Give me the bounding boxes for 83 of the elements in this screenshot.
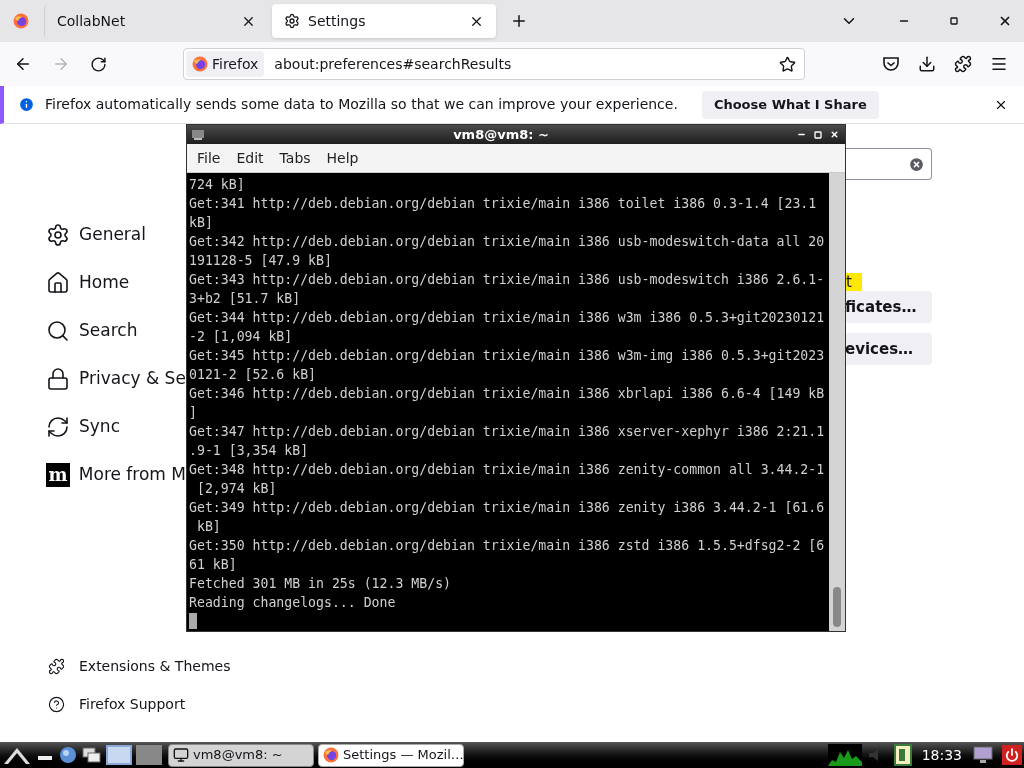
cpu-graph-icon [827, 744, 862, 766]
settings-nav-item[interactable]: Search [46, 307, 186, 355]
terminal-line: [2,974 kB] [195, 480, 277, 498]
menu-item[interactable]: Tabs [273, 147, 317, 169]
help-icon [48, 695, 65, 713]
terminal-line: ] [189, 404, 197, 422]
scrollbar-thumb[interactable] [833, 587, 841, 627]
terminal-line: Get:349 http://deb.debian.org/debian trixie/main i386 zenity i386 3.44.2-1 [61.6 [189, 499, 825, 517]
clock[interactable]: 18:33 [915, 744, 968, 766]
choose-share-button[interactable]: Choose What I Share [701, 90, 879, 119]
terminal-line: 191128-5 [47.9 kB] [189, 252, 332, 270]
tab-title: Settings [308, 11, 367, 31]
settings-button[interactable]: evices… [845, 333, 932, 365]
puzzle-icon [48, 657, 65, 675]
terminal-line: .9-1 [3,354 kB] [189, 442, 309, 460]
terminal-line: Get:347 http://deb.debian.org/debian trixie/main i386 xserver-xephyr i386 2:21.1 [189, 423, 825, 441]
sync-icon [46, 415, 70, 439]
firefox-logo-icon [323, 747, 339, 763]
terminal-line: Get:342 http://deb.debian.org/debian trixie/main i386 usb-modeswitch-data all 20 [189, 233, 825, 251]
firefox-logo-icon [192, 56, 208, 72]
settings-nav-item[interactable]: Sync [46, 403, 186, 451]
globe-icon[interactable] [58, 745, 78, 765]
browser-tab[interactable]: CollabNet [44, 4, 268, 38]
logo-icon: m [46, 463, 70, 487]
terminal-line: Get:344 http://deb.debian.org/debian trixie/main i386 w3m i386 0.5.3+git20230121 [189, 309, 825, 327]
terminal-line: 61 kB] [189, 556, 237, 574]
menu-item[interactable]: Help [320, 147, 365, 169]
terminal-line: 0121-2 [52.6 kB] [189, 366, 317, 384]
settings-nav-item[interactable]: Home [46, 259, 186, 307]
text-cursor [189, 613, 197, 629]
search-icon [46, 319, 70, 343]
settings-button[interactable]: ficates… [845, 291, 932, 323]
terminal-line: kB] [195, 518, 221, 536]
power-icon[interactable] [1002, 745, 1022, 765]
terminal-line: 3+b2 [51.7 kB] [189, 290, 301, 308]
terminal-line: Get:345 http://deb.debian.org/debian trixie/main i386 w3m-img i386 0.5.3+git2023 [189, 347, 825, 365]
info-icon [18, 96, 35, 113]
close-icon[interactable] [830, 130, 839, 139]
window-title: vm8@vm8: ~ [452, 125, 550, 144]
notification-text: Firefox automatically sends some data to Mozilla so that we can improve your experience. [45, 95, 678, 114]
terminal-line: kB] [189, 214, 213, 232]
extensions-icon[interactable] [954, 55, 972, 73]
menu-icon[interactable] [990, 55, 1008, 73]
url-text: about:preferences#searchResults [274, 54, 513, 74]
terminal-icon [173, 747, 189, 763]
terminal-line: Get:341 http://deb.debian.org/debian trixie/main i386 toilet i386 0.3-1.4 [23.1 [189, 195, 817, 213]
identity-chip[interactable]: Firefox [186, 51, 265, 77]
menu-item[interactable]: Edit [230, 147, 270, 169]
settings-nav-item[interactable]: General [46, 211, 186, 259]
pocket-icon[interactable] [882, 55, 900, 73]
gear-icon [46, 223, 70, 247]
settings-nav-item[interactable]: m More from M [46, 451, 186, 499]
terminal-line: -2 [1,094 kB] [189, 328, 293, 346]
clear-search-icon[interactable] [908, 155, 925, 173]
terminal-line: Fetched 301 MB in 25s (12.3 MB/s) [189, 575, 451, 593]
settings-footer-link[interactable]: Extensions & Themes [46, 647, 845, 685]
tab-title: CollabNet [57, 11, 127, 31]
settings-nav-item[interactable]: Privacy & Se [46, 355, 186, 403]
lock-icon [46, 367, 70, 391]
close-icon[interactable] [998, 14, 1012, 28]
address-bar[interactable]: Firefox about:preferences#searchResults [183, 48, 805, 80]
reload-icon[interactable] [90, 55, 107, 73]
back-icon[interactable] [14, 55, 32, 73]
bookmark-star-icon[interactable] [779, 55, 796, 73]
firefox-logo-icon [13, 13, 29, 29]
home-icon [46, 271, 70, 295]
download-icon[interactable] [918, 55, 936, 73]
menu-item[interactable]: File [191, 147, 227, 169]
settings-footer-link[interactable]: Firefox Support [46, 685, 845, 723]
terminal-line: Get:346 http://deb.debian.org/debian trixie/main i386 xbrlapi i386 6.6-4 [149 kB [189, 385, 825, 403]
browser-tab[interactable]: Settings [272, 4, 496, 38]
terminal-line: Get:350 http://deb.debian.org/debian trixie/main i386 zstd i386 1.5.5+dfsg2-2 [6 [189, 537, 825, 555]
terminal-line: Reading changelogs... Done [189, 594, 396, 612]
terminal-line: Get:348 http://deb.debian.org/debian trixie/main i386 zenity-common all 3.44.2-1 [189, 461, 825, 479]
terminal-line: 724 kB] [189, 176, 245, 194]
windows-icon[interactable] [82, 746, 102, 764]
terminal-line: Get:343 http://deb.debian.org/debian trixie/main i386 usb-modeswitch i386 2.6.1- [189, 271, 825, 289]
taskbar-window-button[interactable]: Settings — Mozil… [318, 743, 464, 767]
new-tab-icon[interactable] [510, 12, 528, 30]
taskbar-window-button[interactable]: vm8@vm8: ~ [168, 743, 314, 767]
gear-icon [284, 13, 300, 29]
maximize-icon[interactable] [950, 17, 958, 25]
terminal-window-icon [191, 128, 205, 141]
